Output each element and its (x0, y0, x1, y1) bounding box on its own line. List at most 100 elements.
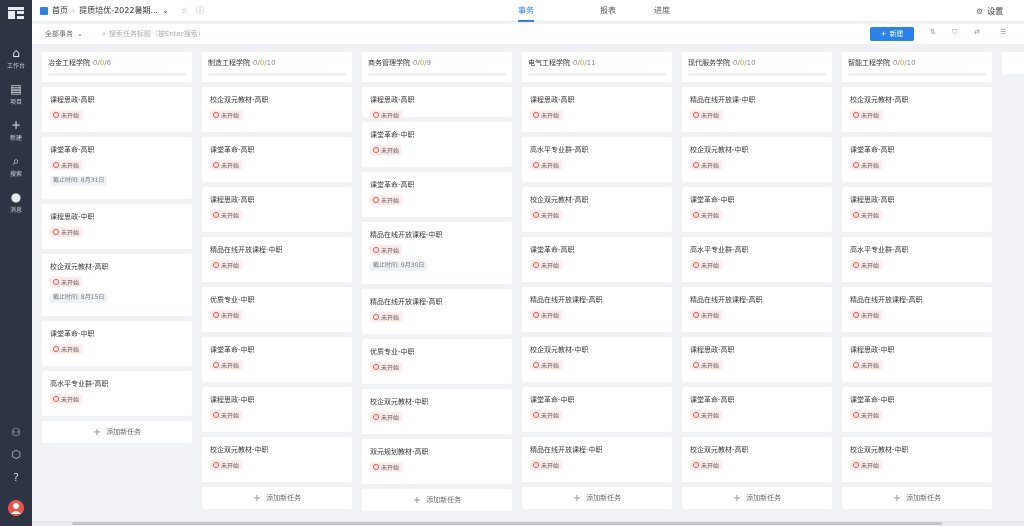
task-card[interactable]: 课堂革命-高职 未开始 (522, 237, 672, 282)
task-card[interactable]: 校企双元教材-高职 未开始 (842, 87, 992, 132)
task-title: 校企双元教材-中职 (850, 446, 909, 454)
task-card[interactable]: 课堂革命-高职 未开始 (202, 137, 352, 182)
status-text: 未开始 (541, 112, 560, 120)
task-card[interactable]: 课堂革命-中职 未开始 (202, 337, 352, 382)
tab-progress[interactable]: 进度 (654, 0, 670, 22)
task-card[interactable]: 课堂革命-中职 未开始 (682, 187, 832, 232)
task-card[interactable]: 高水平专业群-高职 未开始 (42, 371, 192, 416)
column-header[interactable]: 电气工程学院 0/0/11 (522, 52, 672, 82)
task-card[interactable]: 课堂革命-中职 未开始 (842, 387, 992, 432)
count-done: 0/ (413, 59, 420, 67)
task-card[interactable]: 课程思政-高职 未开始 (202, 187, 352, 232)
task-card[interactable]: 课堂革命-中职 未开始 (42, 321, 192, 366)
task-card[interactable]: 课程思政-高职 未开始 (842, 187, 992, 232)
column-header[interactable]: 冶金工程学院 0/0/6 (42, 52, 192, 82)
add-task-button[interactable]: + 添加新任务 (202, 487, 352, 509)
task-card[interactable]: 精品在线开放课程-高职 未开始 (362, 289, 512, 334)
task-card[interactable]: 课程思政-中职 未开始 (842, 337, 992, 382)
help-icon[interactable]: ? (0, 471, 32, 484)
task-card[interactable]: 精品在线开放课程-高职 未开始 (682, 287, 832, 332)
new-button[interactable]: + 新建 (870, 27, 914, 41)
breadcrumb-project[interactable]: 提质培优-2022暑期... (79, 5, 158, 16)
status-text: 未开始 (541, 212, 560, 220)
column-title: 制造工程学院 (208, 59, 250, 67)
task-card[interactable]: 课堂革命-中职 未开始 (362, 122, 512, 167)
task-card[interactable]: 课堂革命-高职 未开始 (682, 387, 832, 432)
add-task-button[interactable]: + 添加新任务 (362, 489, 512, 511)
filter-icon[interactable]: ⛉ (952, 28, 957, 37)
task-card[interactable]: 校企双元教材-高职 未开始 (522, 187, 672, 232)
task-card[interactable]: 校企双元教材-中职 未开始 (842, 437, 992, 482)
task-title: 课堂革命-中职 (850, 396, 895, 404)
sort-icon[interactable]: ⇅ (930, 28, 936, 36)
sidebar-item-messages[interactable]: ● 消息 (0, 184, 32, 220)
logo-icon[interactable] (0, 2, 32, 24)
horizontal-scrollbar[interactable] (32, 521, 1024, 526)
filter-dropdown[interactable]: 全部事务 ⌄ (45, 24, 83, 44)
task-card[interactable]: 校企双元教材-中职 未开始 (522, 337, 672, 382)
task-card[interactable]: 课堂革命-中职 未开始 (522, 387, 672, 432)
task-card[interactable]: 优质专业-中职 未开始 (202, 287, 352, 332)
task-card[interactable]: 课程思政-高职 未开始 (522, 87, 672, 132)
scrollbar-thumb[interactable] (72, 522, 942, 525)
add-task-button[interactable]: + 添加新任务 (522, 487, 672, 509)
count-done: 0/ (253, 59, 260, 67)
tab-reports[interactable]: 报表 (600, 0, 616, 22)
status-icon (693, 362, 699, 368)
task-card[interactable]: 双元规划教材-高职 未开始 (362, 439, 512, 484)
sidebar-item-new[interactable]: + 新建 (0, 112, 32, 148)
task-card[interactable]: 校企双元教材-中职 未开始 (362, 389, 512, 434)
task-card[interactable]: 高水平专业群-高职 未开始 (522, 137, 672, 182)
sidebar-item-label: 工作台 (6, 62, 25, 70)
column-header[interactable]: 商务管理学院 0/0/9 (362, 52, 512, 82)
add-task-button[interactable]: + 添加新任务 (42, 421, 192, 443)
task-card[interactable]: 课程思政-高职 未开始 (42, 87, 192, 132)
task-card[interactable]: 高水平专业群-高职 未开始 (682, 237, 832, 282)
info-icon[interactable]: ⓘ (196, 5, 204, 16)
task-card[interactable]: 课堂革命-高职 未开始 (362, 172, 512, 217)
task-card[interactable]: 课堂革命-高职 未开始 (842, 137, 992, 182)
status-icon (373, 364, 379, 370)
column-header[interactable]: 制造工程学院 0/0/10 (202, 52, 352, 82)
avatar[interactable] (0, 500, 32, 519)
chevron-down-icon[interactable]: ⌄ (162, 6, 169, 15)
task-card[interactable]: 校企双元教材-高职 未开始 截止时间: 8月15日 (42, 254, 192, 316)
task-card[interactable]: 校企双元教材-高职 未开始 (202, 87, 352, 132)
home-icon[interactable] (40, 6, 48, 15)
task-card[interactable]: 优质专业-中职 未开始 (362, 339, 512, 384)
task-card[interactable]: 校企双元教材-高职 未开始 (682, 437, 832, 482)
sidebar-item-workbench[interactable]: ⌂ 工作台 (0, 40, 32, 76)
sidebar-item-search[interactable]: ⌕ 搜索 (0, 148, 32, 184)
task-card[interactable]: 高水平专业群-高职 未开始 (842, 237, 992, 282)
cube-icon[interactable]: ⬡ (0, 448, 32, 461)
swap-icon[interactable]: ⇄ (974, 28, 980, 36)
column-header[interactable]: 智能工程学院 0/0/10 (842, 52, 992, 82)
task-card[interactable]: 精品在线开放课程-高职 未开始 (522, 287, 672, 332)
breadcrumb-home[interactable]: 首页 (52, 5, 68, 16)
sidebar-item-project[interactable]: ▤ 项目 (0, 76, 32, 112)
task-card[interactable]: 精品在线开放课程-中职 未开始 (522, 437, 672, 482)
task-card[interactable]: 课程思政-高职 未开始 (682, 337, 832, 382)
tab-tasks[interactable]: 事务 (518, 0, 534, 22)
task-card[interactable]: 校企双元教材-中职 未开始 (682, 137, 832, 182)
add-column-stub[interactable] (1002, 52, 1024, 74)
settings-button[interactable]: ⚙ 设置 (976, 0, 1003, 22)
progress-bar (368, 73, 506, 76)
user-add-icon[interactable]: ⚇ (0, 426, 32, 439)
search-input[interactable]: ⌕ 搜索任务标题（按Enter搜索） (102, 24, 205, 44)
task-card[interactable]: 精品在线开放课程-高职 未开始 (842, 287, 992, 332)
task-card[interactable]: 校企双元教材-中职 未开始 (202, 437, 352, 482)
star-icon[interactable]: ☆ (181, 6, 188, 15)
list-icon[interactable]: ☰ (1000, 28, 1006, 36)
task-card[interactable]: 课程思政-中职 未开始 (42, 204, 192, 249)
task-card[interactable]: 课程思政-高职 未开始 (362, 87, 512, 120)
add-task-button[interactable]: + 添加新任务 (682, 487, 832, 509)
add-task-button[interactable]: + 添加新任务 (842, 487, 992, 509)
task-card[interactable]: 精品在线开放课程-中职 未开始 截止时间: 9月30日 (362, 222, 512, 284)
column-header[interactable]: 现代服务学院 0/0/10 (682, 52, 832, 82)
task-card[interactable]: 课堂革命-高职 未开始 截止时间: 8月31日 (42, 137, 192, 199)
status-text: 未开始 (701, 412, 720, 420)
task-card[interactable]: 精品在线开放课程-中职 未开始 (202, 237, 352, 282)
task-card[interactable]: 课程思政-中职 未开始 (202, 387, 352, 432)
task-card[interactable]: 精品在线开放课-中职 未开始 (682, 87, 832, 132)
